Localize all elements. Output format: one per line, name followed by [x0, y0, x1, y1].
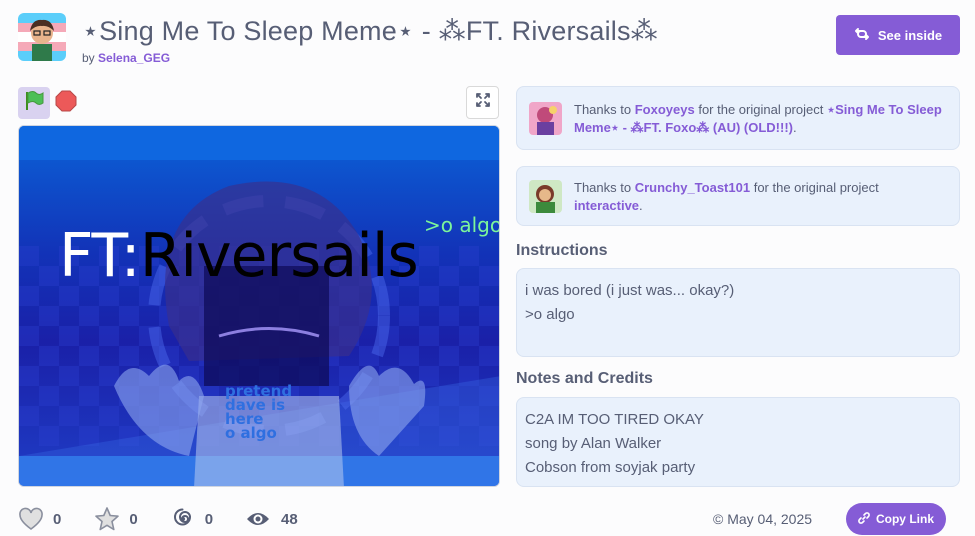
fullscreen-icon: [475, 92, 491, 113]
credit-user-link[interactable]: Foxoyeys: [635, 102, 695, 117]
byline: by Selena_GEG: [82, 51, 170, 65]
stage-shirt-text: pretend dave is here o algo: [225, 382, 293, 442]
project-title: ⋆Sing Me To Sleep Meme⋆ - ⁂FT. Riversail…: [82, 16, 658, 46]
remix-credit-1: Thanks to Foxoyeys for the original proj…: [516, 86, 960, 150]
fullscreen-button[interactable]: [466, 86, 499, 119]
heart-icon: [18, 507, 44, 531]
link-icon: [858, 511, 870, 527]
green-flag-button[interactable]: [18, 87, 50, 119]
see-inside-button[interactable]: See inside: [836, 15, 960, 55]
author-link[interactable]: Selena_GEG: [98, 51, 170, 65]
instructions-heading: Instructions: [516, 242, 608, 259]
credit-text: Thanks to Crunchy_Toast101 for the origi…: [574, 180, 879, 213]
favorite-stat[interactable]: 0: [94, 506, 138, 532]
love-count: 0: [53, 510, 62, 528]
copy-link-button[interactable]: Copy Link: [846, 503, 946, 535]
remix-icon: [854, 26, 870, 45]
byline-prefix: by: [82, 51, 95, 65]
stop-button[interactable]: [55, 90, 77, 117]
favorite-count: 0: [129, 510, 138, 528]
credit-project-link[interactable]: interactive: [574, 198, 639, 213]
stop-icon: [55, 90, 77, 117]
love-stat[interactable]: 0: [18, 507, 61, 531]
credit-thumbnail[interactable]: [529, 180, 562, 213]
notes-box: C2A IM TOO TIRED OKAY song by Alan Walke…: [516, 397, 960, 487]
share-date: © May 04, 2025: [713, 511, 813, 527]
remix-count: 0: [204, 510, 214, 528]
author-avatar[interactable]: [18, 13, 66, 61]
credit-thumbnail[interactable]: [529, 102, 562, 135]
see-inside-label: See inside: [877, 27, 943, 43]
notes-heading: Notes and Credits: [516, 370, 653, 387]
view-count: 48: [281, 510, 298, 528]
project-stats: 0 0 0 48: [18, 505, 298, 533]
green-flag-icon: [23, 90, 45, 117]
stage-tag: >o algo: [424, 213, 500, 237]
eye-icon: [246, 510, 270, 528]
credit-text: Thanks to Foxoyeys for the original proj…: [574, 102, 942, 135]
instructions-box: i was bored (i just was... okay?) >o alg…: [516, 268, 960, 357]
remix-stat: 0: [171, 507, 213, 531]
view-stat: 48: [246, 510, 298, 528]
copy-link-label: Copy Link: [875, 512, 934, 526]
spiral-icon: [171, 507, 195, 531]
remix-credit-2: Thanks to Crunchy_Toast101 for the origi…: [516, 166, 960, 226]
stage-title: FT:Riversails: [59, 221, 419, 291]
star-icon: [94, 506, 120, 532]
project-stage[interactable]: FT:Riversails >o algo pretend dave is he…: [18, 125, 500, 487]
credit-user-link[interactable]: Crunchy_Toast101: [635, 180, 750, 195]
